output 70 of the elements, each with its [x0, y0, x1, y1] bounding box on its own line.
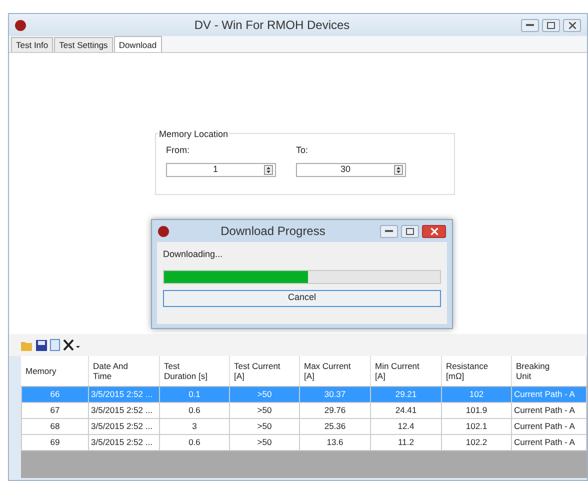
- minimize-icon: [385, 229, 393, 233]
- tab[interactable]: Test Info: [11, 37, 54, 52]
- column-header[interactable]: Memory: [22, 356, 88, 386]
- column-header[interactable]: Min Current [A]: [370, 356, 442, 386]
- close-button[interactable]: [563, 18, 581, 32]
- save-icon[interactable]: [36, 340, 47, 350]
- table-cell: 24.41: [370, 402, 442, 418]
- from-spinner[interactable]: 1: [166, 162, 276, 176]
- table-cell: 67: [22, 402, 88, 418]
- minimize-icon: [526, 23, 534, 27]
- app-icon: [15, 20, 26, 30]
- group-title: Memory Location: [158, 128, 230, 142]
- table-cell: 11.2: [370, 434, 442, 450]
- table-cell: >50: [230, 386, 300, 402]
- table-cell: 12.4: [370, 418, 442, 434]
- close-icon: [568, 22, 576, 28]
- table-cell: Current Path - A: [512, 418, 586, 434]
- dialog-title: Download Progress: [220, 223, 326, 240]
- table-cell: 3/5/2015 2:52 ...: [88, 434, 160, 450]
- app-icon: [158, 226, 169, 236]
- maximize-icon: [406, 228, 414, 234]
- maximize-button[interactable]: [401, 224, 419, 238]
- spin-arrows-icon[interactable]: [394, 164, 403, 174]
- table-cell: 68: [22, 418, 88, 434]
- table-cell: 66: [22, 386, 88, 402]
- table-cell: 25.36: [300, 418, 370, 434]
- table-cell: 30.37: [300, 386, 370, 402]
- delete-dropdown-icon[interactable]: [63, 339, 80, 351]
- table-cell: >50: [230, 402, 300, 418]
- maximize-button[interactable]: [542, 18, 560, 32]
- table-cell: 3/5/2015 2:52 ...: [88, 402, 160, 418]
- table-cell: 13.6: [300, 434, 370, 450]
- spin-arrows-icon[interactable]: [264, 164, 273, 174]
- table-cell: 101.9: [442, 402, 512, 418]
- table-cell: 102.1: [442, 418, 512, 434]
- table-cell: 3/5/2015 2:52 ...: [88, 386, 160, 402]
- close-button[interactable]: [422, 224, 446, 238]
- status-text: Downloading...: [163, 249, 223, 259]
- table-cell: 3: [160, 418, 230, 434]
- table-cell: 69: [22, 434, 88, 450]
- table-cell: Current Path - A: [512, 434, 586, 450]
- column-header[interactable]: Max Current [A]: [300, 356, 370, 386]
- minimize-button[interactable]: [380, 224, 398, 238]
- to-label: To:: [296, 144, 308, 157]
- table-cell: 102: [442, 386, 512, 402]
- table-cell: 29.76: [300, 402, 370, 418]
- tab[interactable]: Download: [114, 36, 162, 52]
- column-header[interactable]: Breaking Unit: [512, 356, 586, 386]
- table-cell: 0.1: [160, 386, 230, 402]
- table-cell: 29.21: [370, 386, 442, 402]
- table-cell: >50: [230, 434, 300, 450]
- table-cell: >50: [230, 418, 300, 434]
- from-label: From:: [166, 144, 190, 157]
- column-header[interactable]: Date And Time: [88, 356, 160, 386]
- window-title: DV - Win For RMOH Devices: [193, 17, 351, 34]
- cancel-button[interactable]: Cancel: [163, 290, 441, 306]
- to-spinner[interactable]: 30: [296, 162, 406, 176]
- table-cell: Current Path - A: [512, 402, 586, 418]
- table-cell: 0.6: [160, 402, 230, 418]
- tab[interactable]: Test Settings: [54, 37, 113, 52]
- minimize-button[interactable]: [521, 18, 539, 32]
- column-header[interactable]: Resistance [mΩ]: [442, 356, 512, 386]
- column-header[interactable]: Test Current [A]: [230, 356, 300, 386]
- column-header[interactable]: Test Duration [s]: [160, 356, 230, 386]
- table-cell: 0.6: [160, 434, 230, 450]
- table-cell: Current Path - A: [512, 386, 586, 402]
- close-icon: [430, 228, 438, 234]
- maximize-icon: [547, 22, 555, 28]
- table-cell: 102.2: [442, 434, 512, 450]
- table-cell: 3/5/2015 2:52 ...: [88, 418, 160, 434]
